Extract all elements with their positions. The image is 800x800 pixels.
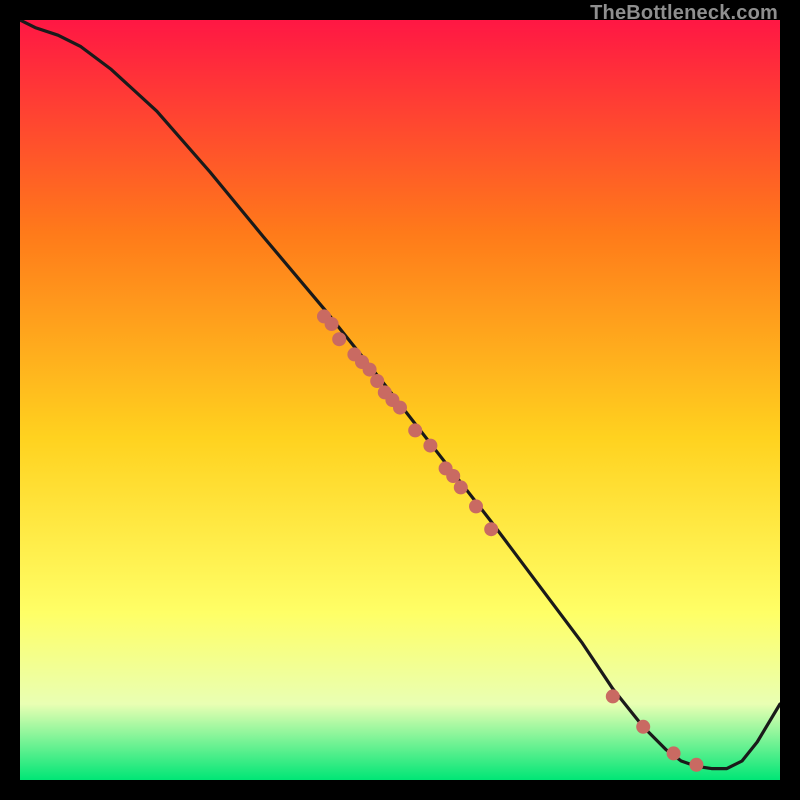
chart-frame bbox=[20, 20, 780, 780]
data-point bbox=[469, 499, 483, 513]
data-point bbox=[606, 689, 620, 703]
data-point bbox=[370, 374, 384, 388]
data-point bbox=[408, 423, 422, 437]
data-point bbox=[393, 401, 407, 415]
watermark-text: TheBottleneck.com bbox=[590, 2, 778, 25]
data-point bbox=[363, 363, 377, 377]
bottleneck-chart bbox=[20, 20, 780, 780]
data-point bbox=[325, 317, 339, 331]
data-point bbox=[667, 746, 681, 760]
data-point bbox=[446, 469, 460, 483]
data-point bbox=[454, 480, 468, 494]
data-point bbox=[484, 522, 498, 536]
data-point bbox=[636, 720, 650, 734]
gradient-background bbox=[20, 20, 780, 780]
data-point bbox=[423, 439, 437, 453]
data-point bbox=[332, 332, 346, 346]
data-point bbox=[689, 758, 703, 772]
